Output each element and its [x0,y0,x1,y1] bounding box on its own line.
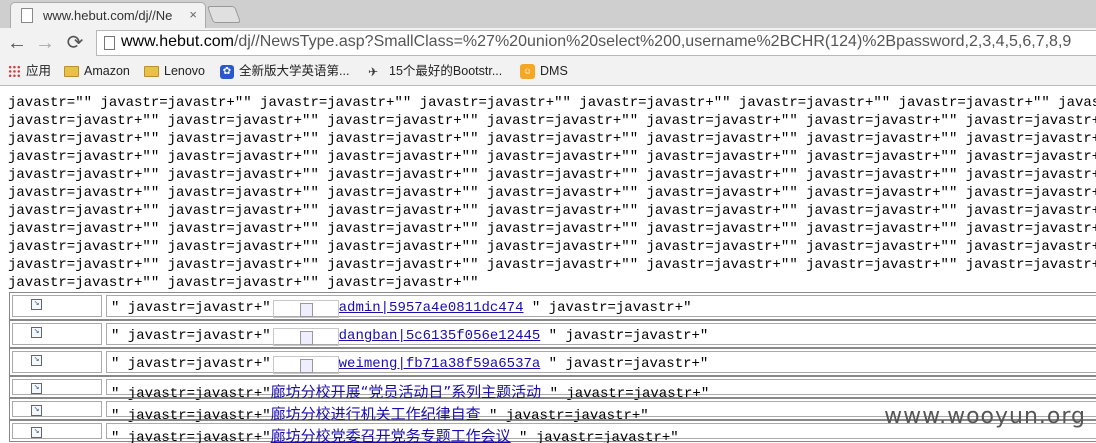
junk-line: javastr=javastr+"" javastr=javastr+"" ja… [8,167,1096,183]
row-icon-cell: ↘ [12,323,102,345]
junk-line: javastr=javastr+"" javastr=javastr+"" ja… [8,203,1096,219]
apps-grid-icon [8,65,21,79]
row-content-cell: " javastr=javastr+" dangban|5c6135f056e12… [106,323,1096,346]
bookmarks-bar: 应用 Amazon Lenovo ✿ 全新版大学英语第... ✈ 15个最好的Boo… [0,58,1096,84]
bookmark-lenovo[interactable]: Lenovo [144,62,205,80]
bookmark-label: Amazon [84,64,130,78]
folder-icon [144,66,159,78]
broken-image-icon [272,356,339,374]
dms-icon: ☺ [520,64,535,80]
arrow-icon: ↘ [31,299,42,310]
forward-button[interactable]: → [34,32,56,54]
junk-line: javastr=javastr+"" javastr=javastr+"" ja… [8,131,1096,147]
url-path: /dj//NewsType.asp?SmallClass=%27%20union… [233,33,1072,50]
table-row: ↘ " javastr=javastr+" dangban|5c6135f056e… [9,320,1096,348]
page-favicon-icon [21,8,33,23]
row-suffix: " javastr=javastr+" [540,328,709,344]
row-content-cell: " javastr=javastr+" admin|5957a4e0811dc47… [106,295,1096,318]
tab-title: www.hebut.com/dj//Ne [43,8,173,23]
arrow-icon: ↘ [31,327,42,338]
news-link[interactable]: 廊坊分校党委召开党务专题工作会议 [271,427,511,443]
row-suffix: " javastr=javastr+" [540,356,709,372]
javastr-text-block: javastr="" javastr=javastr+"" javastr=ja… [8,94,1096,292]
row-prefix: " javastr=javastr+" [111,430,271,443]
paw-icon: ✿ [220,64,234,79]
arrow-icon: ↘ [31,383,42,394]
row-icon-cell: ↘ [12,351,102,373]
broken-image-icon [272,300,339,318]
row-suffix: " javastr=javastr+" [523,300,692,316]
broken-image-icon [272,328,339,346]
junk-line: javastr=javastr+"" javastr=javastr+"" ja… [8,257,1096,273]
bookmark-label: DMS [540,64,568,78]
arrow-icon: ↘ [31,355,42,366]
row-icon-cell: ↘ [12,423,102,439]
reload-button[interactable]: ⟳ [64,32,86,54]
url-host: www.hebut.com [121,33,234,50]
watermark: www.wooyun.org [884,404,1086,429]
row-prefix: " javastr=javastr+" [111,300,271,316]
browser-tab[interactable]: www.hebut.com/dj//Ne × [10,2,206,28]
bird-icon: ✈ [368,64,379,79]
junk-line: javastr=javastr+"" javastr=javastr+"" ja… [8,149,1096,165]
bookmark-amazon[interactable]: Amazon [64,62,130,80]
address-bar[interactable]: www.hebut.com/dj//NewsType.asp?SmallClas… [96,30,1096,56]
bookmark-label: 15个最好的Bootstr... [389,64,503,78]
row-prefix: " javastr=javastr+" [111,356,271,372]
new-tab-button[interactable] [206,6,242,23]
table-row: ↘ " javastr=javastr+"廊坊分校开展“党员活动日”系列主题活动… [9,376,1096,402]
row-icon-cell: ↘ [12,379,102,395]
result-link[interactable]: dangban|5c6135f056e12445 [339,328,541,344]
row-icon-cell: ↘ [12,295,102,317]
result-link[interactable]: weimeng|fb71a38f59a6537a [339,356,541,372]
junk-line: javastr=javastr+"" javastr=javastr+"" ja… [8,275,479,291]
junk-line: javastr=javastr+"" javastr=javastr+"" ja… [8,185,1096,201]
bookmark-label: 应用 [26,64,52,78]
bookmark-label: 全新版大学英语第... [239,64,350,78]
bookmark-bootstrap[interactable]: ✈ 15个最好的Bootstr... [368,62,502,80]
junk-line: javastr=javastr+"" javastr=javastr+"" ja… [8,239,1096,255]
row-content-cell: " javastr=javastr+" weimeng|fb71a38f59a65… [106,351,1096,374]
arrow-icon: ↘ [31,427,42,438]
folder-icon [64,66,79,78]
row-icon-cell: ↘ [12,401,102,417]
bookmark-label: Lenovo [164,64,206,78]
row-suffix: " javastr=javastr+" [510,430,679,443]
table-row: ↘ " javastr=javastr+" admin|5957a4e0811dc… [9,292,1096,320]
bookmark-dms[interactable]: ☺ DMS [520,62,568,80]
junk-line: javastr="" javastr=javastr+"" javastr=ja… [8,95,1096,111]
junk-line: javastr=javastr+"" javastr=javastr+"" ja… [8,221,1096,237]
page-icon [104,36,115,50]
bookmark-apps[interactable]: 应用 [8,62,51,80]
url-text[interactable]: www.hebut.com/dj//NewsType.asp?SmallClas… [121,33,1071,51]
row-content-cell: " javastr=javastr+"廊坊分校开展“党员活动日”系列主题活动 "… [106,379,1096,402]
junk-line: javastr=javastr+"" javastr=javastr+"" ja… [8,113,1096,129]
page-content: javastr="" javastr=javastr+"" javastr=ja… [0,86,1096,443]
result-link[interactable]: admin|5957a4e0811dc474 [339,300,524,316]
table-row: ↘ " javastr=javastr+" weimeng|fb71a38f59a… [9,348,1096,376]
arrow-icon: ↘ [31,405,42,416]
browser-chrome: www.hebut.com/dj//Ne × ← → ⟳ www.hebut.c… [0,0,1096,86]
tab-strip: www.hebut.com/dj//Ne × [0,0,1096,28]
row-prefix: " javastr=javastr+" [111,328,271,344]
back-button[interactable]: ← [6,32,28,54]
tab-close-icon[interactable]: × [189,7,197,22]
browser-toolbar: ← → ⟳ www.hebut.com/dj//NewsType.asp?Sma… [0,28,1096,58]
bookmark-english[interactable]: ✿ 全新版大学英语第... [220,62,349,80]
